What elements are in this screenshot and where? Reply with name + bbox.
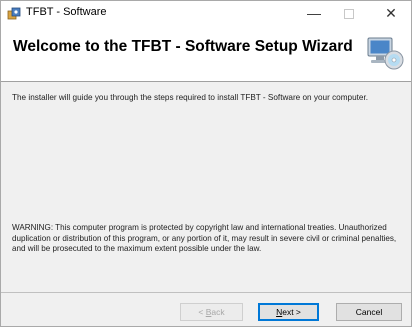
installer-package-icon <box>7 7 21 20</box>
wizard-content: The installer will guide you through the… <box>1 82 411 291</box>
maximize-button <box>332 1 366 25</box>
minimize-button[interactable]: — <box>297 1 331 25</box>
copyright-warning: WARNING: This computer program is protec… <box>12 223 397 253</box>
back-button-label: ack <box>211 307 225 317</box>
installer-window: TFBT - Software — ✕ Welcome to the TFBT … <box>0 0 412 327</box>
intro-text: The installer will guide you through the… <box>12 93 369 102</box>
close-button[interactable]: ✕ <box>374 1 408 25</box>
cancel-button[interactable]: Cancel <box>336 303 402 321</box>
wizard-banner: Welcome to the TFBT - Software Setup Wiz… <box>1 25 411 82</box>
back-button-prefix: < <box>198 307 206 317</box>
next-button-label: ext > <box>282 307 301 317</box>
maximize-icon <box>344 9 354 20</box>
window-title: TFBT - Software <box>26 6 107 18</box>
wizard-heading: Welcome to the TFBT - Software Setup Wiz… <box>13 38 353 55</box>
footer-divider <box>1 292 411 293</box>
computer-setup-disc-icon <box>367 37 404 70</box>
next-button[interactable]: Next > <box>258 303 319 321</box>
back-button: < Back <box>180 303 243 321</box>
title-bar[interactable]: TFBT - Software — ✕ <box>1 1 411 25</box>
